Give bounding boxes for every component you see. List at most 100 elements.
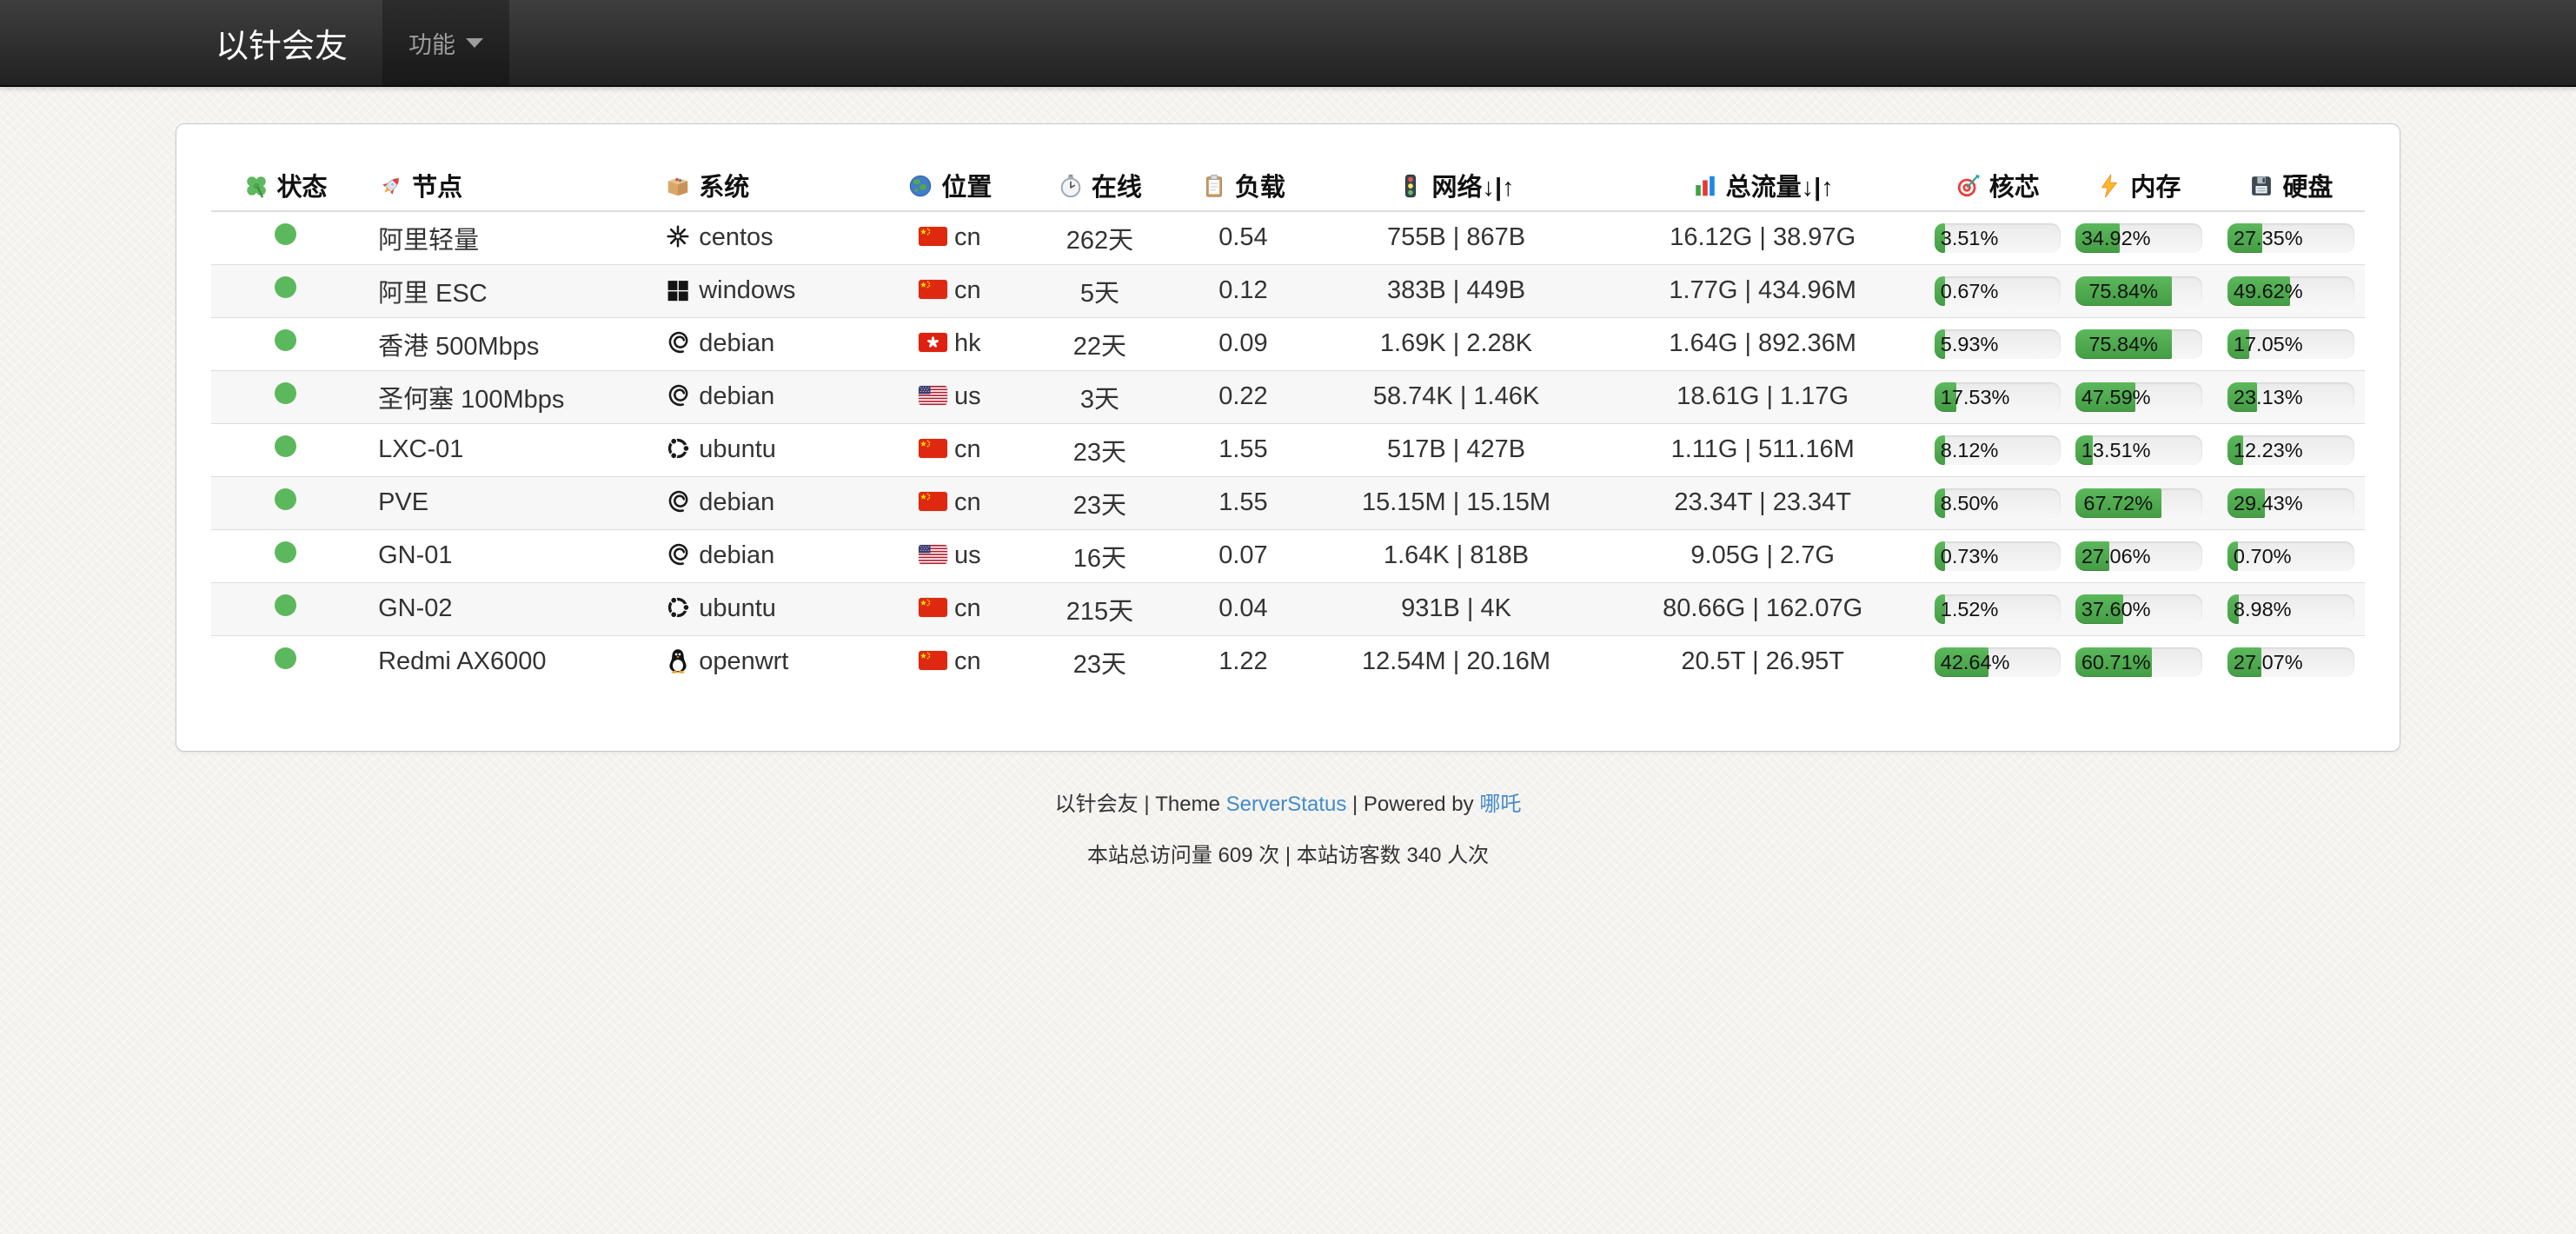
node-name: GN-01	[359, 529, 652, 582]
network-value: 1.69K | 2.28K	[1321, 317, 1590, 370]
network-value: 383B | 449B	[1321, 264, 1590, 317]
floppy-disk-icon	[2248, 173, 2274, 199]
cpu-cell: 17.53%	[1935, 370, 2061, 423]
load-value: 0.09	[1165, 317, 1321, 370]
column-header-status: 状态	[211, 159, 359, 211]
flag-icon	[919, 594, 954, 622]
theme-link[interactable]: ServerStatus	[1226, 793, 1347, 816]
server-row[interactable]: Redmi AX6000 openwrt cn 23天 1.22 12.54M …	[211, 635, 2365, 688]
column-header-location: 位置	[865, 159, 1034, 211]
traffic-value: 1.11G | 511.16M	[1591, 423, 1935, 476]
status-online-dot	[275, 594, 296, 616]
traffic-value: 23.34T | 23.34T	[1591, 476, 1935, 529]
server-table: 状态 节点 系统 位置 在线 负载 网络↓|↑	[211, 159, 2365, 688]
server-row[interactable]: 香港 500Mbps debian hk 22天 0.09 1.69K | 2.…	[211, 317, 2365, 370]
brand-title[interactable]: 以针会友	[216, 0, 348, 85]
location-code: hk	[954, 329, 981, 357]
uptime-value: 3天	[1034, 370, 1165, 423]
os-name: debian	[699, 382, 774, 410]
os-name: debian	[699, 329, 774, 357]
memory-cell: 13.51%	[2061, 423, 2217, 476]
server-row[interactable]: GN-01 debian us 16天 0.07 1.64K | 818B 9.…	[211, 529, 2365, 582]
node-name: 阿里轻量	[359, 211, 652, 264]
network-value: 1.64K | 818B	[1321, 529, 1590, 582]
cpu-cell: 0.73%	[1935, 529, 2061, 582]
server-row[interactable]: 圣何塞 100Mbps debian us 3天 0.22 58.74K | 1…	[211, 370, 2365, 423]
network-value: 12.54M | 20.16M	[1321, 635, 1590, 688]
uptime-value: 5天	[1034, 264, 1165, 317]
location-code: us	[954, 541, 981, 569]
memory-progress: 67.72%	[2075, 488, 2202, 518]
dart-target-icon	[1955, 173, 1982, 199]
os-icon	[665, 329, 699, 357]
cpu-progress: 42.64%	[1935, 647, 2061, 677]
stopwatch-icon	[1058, 173, 1084, 199]
system-cell: ubuntu	[652, 423, 865, 476]
disk-cell: 12.23%	[2217, 423, 2365, 476]
location-code: cn	[954, 594, 981, 622]
footer-visit-stats: 本站总访问量 609 次 | 本站访客数 340 人次	[0, 838, 2576, 868]
memory-cell: 37.60%	[2061, 582, 2217, 635]
cpu-cell: 8.50%	[1935, 476, 2061, 529]
location-cell: hk	[865, 317, 1034, 370]
server-row[interactable]: 阿里 ESC windows cn 5天 0.12 383B | 449B 1.…	[211, 264, 2365, 317]
load-value: 0.54	[1165, 211, 1321, 264]
disk-progress: 29.43%	[2227, 488, 2354, 518]
node-name: LXC-01	[359, 423, 652, 476]
column-header-traffic: 总流量↓|↑	[1591, 159, 1935, 211]
memory-progress: 75.84%	[2075, 276, 2202, 306]
location-code: cn	[954, 647, 981, 675]
flag-icon	[919, 647, 954, 675]
cpu-progress: 8.50%	[1935, 488, 2061, 518]
server-row[interactable]: PVE debian cn 23天 1.55 15.15M | 15.15M 2…	[211, 476, 2365, 529]
disk-progress: 8.98%	[2227, 594, 2354, 624]
flag-icon	[919, 276, 954, 304]
memory-cell: 60.71%	[2061, 635, 2217, 688]
network-value: 931B | 4K	[1321, 582, 1590, 635]
features-menu[interactable]: 功能	[382, 0, 509, 85]
server-row[interactable]: GN-02 ubuntu cn 215天 0.04 931B | 4K 80.6…	[211, 582, 2365, 635]
memory-cell: 75.84%	[2061, 264, 2217, 317]
memory-progress: 47.59%	[2075, 382, 2202, 412]
os-icon	[665, 435, 699, 463]
cpu-progress: 8.12%	[1935, 435, 2061, 465]
location-cell: us	[865, 529, 1034, 582]
os-icon	[665, 541, 699, 569]
disk-progress: 23.13%	[2227, 382, 2354, 412]
powered-by-link[interactable]: 哪吒	[1479, 793, 1521, 816]
load-value: 1.55	[1165, 476, 1321, 529]
status-online-dot	[275, 647, 296, 669]
load-value: 1.55	[1165, 423, 1321, 476]
status-cell	[211, 423, 359, 476]
memory-progress: 13.51%	[2075, 435, 2202, 465]
location-cell: cn	[865, 264, 1034, 317]
os-icon	[665, 647, 699, 675]
disk-cell: 8.98%	[2217, 582, 2365, 635]
uptime-value: 22天	[1034, 317, 1165, 370]
bar-chart-icon	[1692, 173, 1718, 199]
disk-progress: 0.70%	[2227, 541, 2354, 571]
location-cell: cn	[865, 635, 1034, 688]
server-row[interactable]: 阿里轻量 centos cn 262天 0.54 755B | 867B 16.…	[211, 211, 2365, 264]
cpu-progress: 3.51%	[1935, 223, 2061, 253]
uptime-value: 23天	[1034, 635, 1165, 688]
location-cell: cn	[865, 423, 1034, 476]
location-code: cn	[954, 488, 981, 516]
footer-credits: 以针会友 | Theme ServerStatus | Powered by 哪…	[0, 786, 2576, 817]
footer-site-name: 以针会友 | Theme	[1055, 793, 1226, 816]
lightning-icon	[2096, 173, 2122, 199]
server-row[interactable]: LXC-01 ubuntu cn 23天 1.55 517B | 427B 1.…	[211, 423, 2365, 476]
os-name: debian	[699, 541, 774, 569]
location-cell: cn	[865, 476, 1034, 529]
column-header-cpu: 核芯	[1935, 159, 2061, 211]
cpu-cell: 5.93%	[1935, 317, 2061, 370]
location-cell: us	[865, 370, 1034, 423]
server-table-body: 阿里轻量 centos cn 262天 0.54 755B | 867B 16.…	[211, 211, 2365, 688]
globe-icon	[907, 173, 933, 199]
uptime-value: 23天	[1034, 476, 1165, 529]
system-cell: centos	[652, 211, 865, 264]
column-header-load: 负载	[1165, 159, 1321, 211]
os-name: ubuntu	[699, 594, 776, 622]
load-value: 0.12	[1165, 264, 1321, 317]
package-icon	[665, 173, 691, 199]
